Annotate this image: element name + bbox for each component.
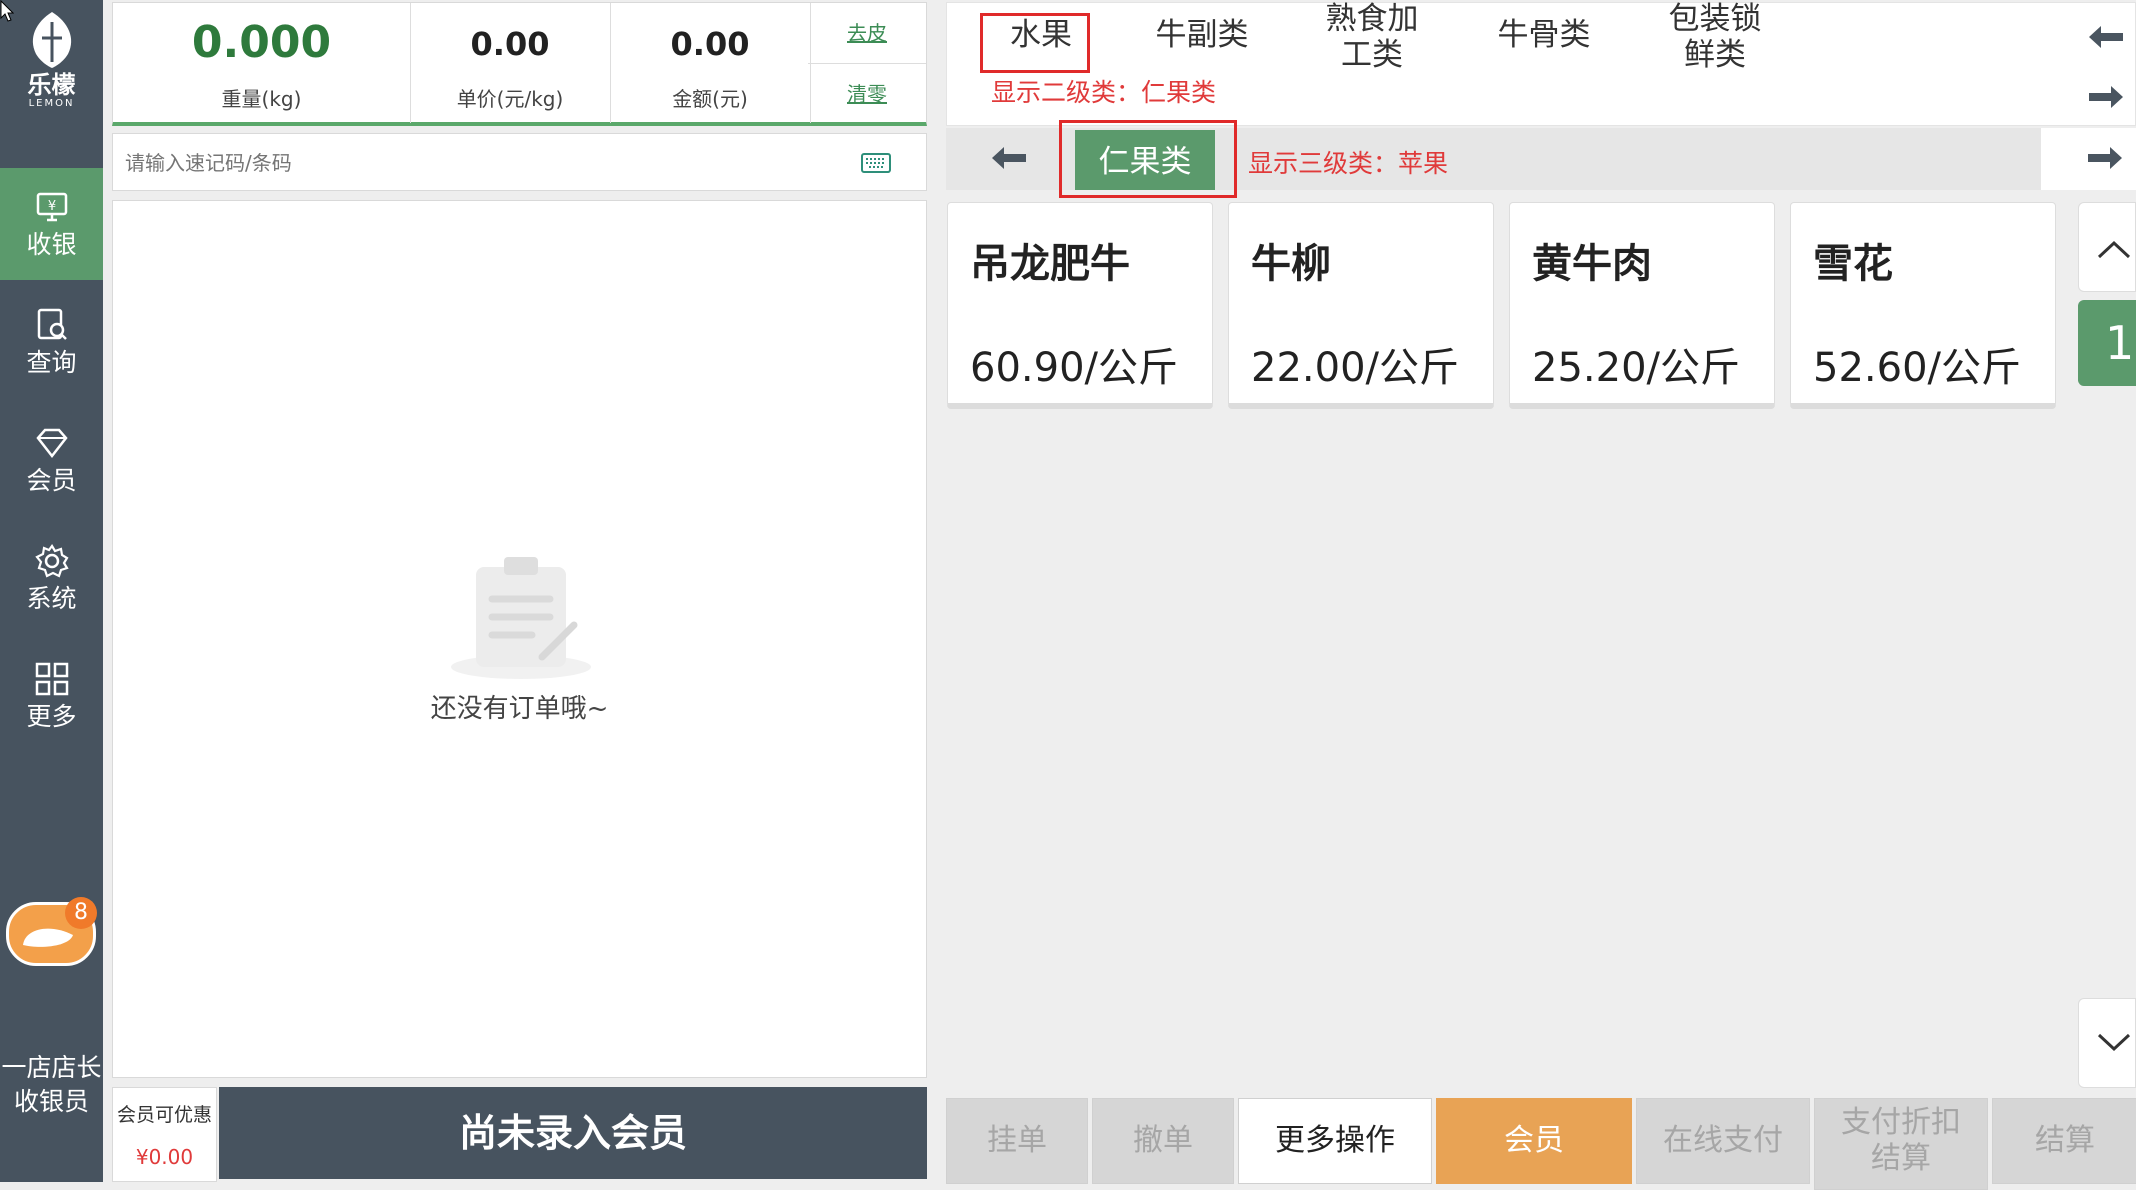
amount-cell: 0.00 金额(元) — [610, 3, 811, 123]
category-level2-bar: 仁果类 显示三级类：苹果 — [946, 120, 2041, 198]
sidebar-item-label: 会员 — [26, 466, 77, 495]
chevron-up-icon — [2097, 240, 2131, 259]
arrow-right-icon[interactable] — [2087, 83, 2125, 111]
unit-price-cell: 0.00 单价(元/kg) — [410, 3, 611, 123]
product-price: 52.60/公斤 — [1813, 345, 2021, 391]
category-tab-packaged[interactable]: 包装锁 鲜类 — [1655, 1, 1775, 73]
product-card[interactable]: 雪花 52.60/公斤 — [1790, 202, 2056, 409]
member-discount-label: 会员可优惠 — [116, 1104, 212, 1126]
cancel-order-button[interactable]: 撤单 — [1092, 1098, 1234, 1184]
pay-discount-line2: 结算 — [1871, 1141, 1931, 1176]
grid-icon — [35, 662, 69, 696]
sidebar-item-member[interactable]: 会员 — [0, 404, 103, 516]
arrow-right-icon[interactable] — [2086, 144, 2124, 172]
brand-name: 乐檬 — [27, 71, 76, 99]
sidebar-item-more[interactable]: 更多 — [0, 640, 103, 752]
notification-badge: 8 — [65, 897, 97, 929]
enter-member-button[interactable]: 尚未录入会员 — [219, 1087, 927, 1179]
category-tab-packaged-line2: 鲜类 — [1684, 37, 1746, 73]
product-name: 雪花 — [1813, 241, 1893, 287]
diamond-icon — [36, 428, 68, 459]
product-card[interactable]: 吊龙肥牛 60.90/公斤 — [947, 202, 1213, 409]
amount-value: 0.00 — [670, 25, 750, 63]
search-input[interactable] — [123, 144, 847, 182]
scale-panel: 0.000 重量(kg) 0.00 单价(元/kg) 0.00 金额(元) 去皮… — [112, 2, 927, 126]
cashier-icon: ¥ — [36, 192, 68, 222]
user-role: 收银员 — [13, 1087, 89, 1116]
more-actions-button[interactable]: 更多操作 — [1238, 1098, 1432, 1184]
highlight-box — [1059, 120, 1237, 198]
weight-value: 0.000 — [191, 17, 332, 68]
sidebar-item-label: 系统 — [26, 584, 77, 613]
user-store: 一店店长 — [1, 1053, 102, 1082]
category-tab-beef-offal[interactable]: 牛副类 — [1142, 17, 1262, 53]
product-name: 黄牛肉 — [1532, 241, 1652, 287]
unit-price-label: 单价(元/kg) — [456, 87, 564, 111]
product-price: 22.00/公斤 — [1251, 345, 1459, 391]
empty-clipboard-icon — [451, 557, 591, 679]
cursor-icon — [0, 0, 14, 22]
weight-cell: 0.000 重量(kg) — [113, 3, 411, 123]
product-name: 牛柳 — [1251, 241, 1331, 287]
member-discount-box: 会员可优惠 ¥0.00 — [112, 1087, 217, 1182]
sidebar-item-label: 查询 — [26, 348, 77, 377]
member-discount-value: ¥0.00 — [135, 1145, 194, 1169]
sidebar-item-label: 收银 — [26, 230, 77, 259]
notification-button[interactable]: 8 — [6, 897, 97, 966]
sidebar-item-system[interactable]: 系统 — [0, 522, 103, 634]
member-button[interactable]: 会员 — [1436, 1098, 1632, 1184]
product-name: 吊龙肥牛 — [970, 241, 1130, 287]
page-up-button[interactable] — [2078, 202, 2136, 292]
page-number: 1 — [2078, 300, 2136, 386]
weight-label: 重量(kg) — [221, 87, 302, 111]
category-tab-packaged-line1: 包装锁 — [1668, 1, 1762, 37]
arrow-left-icon[interactable] — [2087, 23, 2125, 51]
sidebar: 乐檬 LEMON ¥ 收银 查询 会员 系统 更多 8 一店店长 收银员 — [0, 0, 103, 1182]
arrow-left-icon[interactable] — [990, 144, 1028, 172]
highlight-box — [980, 13, 1090, 73]
keyboard-icon[interactable] — [861, 153, 891, 173]
brand-sub: LEMON — [28, 98, 75, 109]
zero-button[interactable]: 清零 — [808, 64, 926, 124]
pay-discount-button[interactable]: 支付折扣 结算 — [1814, 1098, 1988, 1190]
empty-order-text: 还没有订单哦~ — [430, 694, 609, 724]
order-list: 还没有订单哦~ — [112, 200, 927, 1078]
category-tab-cooked-line1: 熟食加 — [1325, 1, 1419, 37]
level2-hint: 显示二级类：仁果类 — [991, 78, 1217, 107]
category-level1-bar: 水果 牛副类 熟食加 工类 牛骨类 包装锁 鲜类 显示二级类：仁果类 — [946, 1, 2136, 126]
product-card[interactable]: 黄牛肉 25.20/公斤 — [1509, 202, 1775, 409]
pay-discount-line1: 支付折扣 — [1841, 1105, 1961, 1140]
search-doc-icon — [37, 308, 67, 340]
level3-hint: 显示三级类：苹果 — [1248, 149, 1449, 178]
unit-price-value: 0.00 — [470, 25, 550, 63]
bread-icon — [23, 928, 73, 947]
sidebar-item-cashier[interactable]: ¥ 收银 — [0, 168, 103, 280]
category-tab-beef-bone[interactable]: 牛骨类 — [1484, 17, 1604, 53]
tare-button[interactable]: 去皮 — [808, 3, 926, 64]
amount-label: 金额(元) — [672, 87, 748, 111]
sidebar-item-label: 更多 — [26, 702, 77, 731]
online-pay-button[interactable]: 在线支付 — [1636, 1098, 1810, 1184]
lemon-logo: 乐檬 LEMON — [14, 10, 89, 120]
category-tab-cooked-line2: 工类 — [1341, 37, 1403, 73]
search-bar — [112, 133, 927, 191]
product-price: 25.20/公斤 — [1532, 345, 1740, 391]
gear-icon — [35, 544, 69, 578]
category-tab-cooked[interactable]: 熟食加 工类 — [1312, 1, 1432, 73]
hold-order-button[interactable]: 挂单 — [946, 1098, 1088, 1184]
page-down-button[interactable] — [2078, 998, 2136, 1088]
product-price: 60.90/公斤 — [970, 345, 1178, 391]
svg-text:¥: ¥ — [48, 199, 56, 214]
sidebar-item-query[interactable]: 查询 — [0, 286, 103, 398]
checkout-button[interactable]: 结算 — [1992, 1098, 2136, 1184]
chevron-down-icon — [2097, 1033, 2131, 1052]
product-card[interactable]: 牛柳 22.00/公斤 — [1228, 202, 1494, 409]
category-level2-right — [2041, 128, 2136, 190]
